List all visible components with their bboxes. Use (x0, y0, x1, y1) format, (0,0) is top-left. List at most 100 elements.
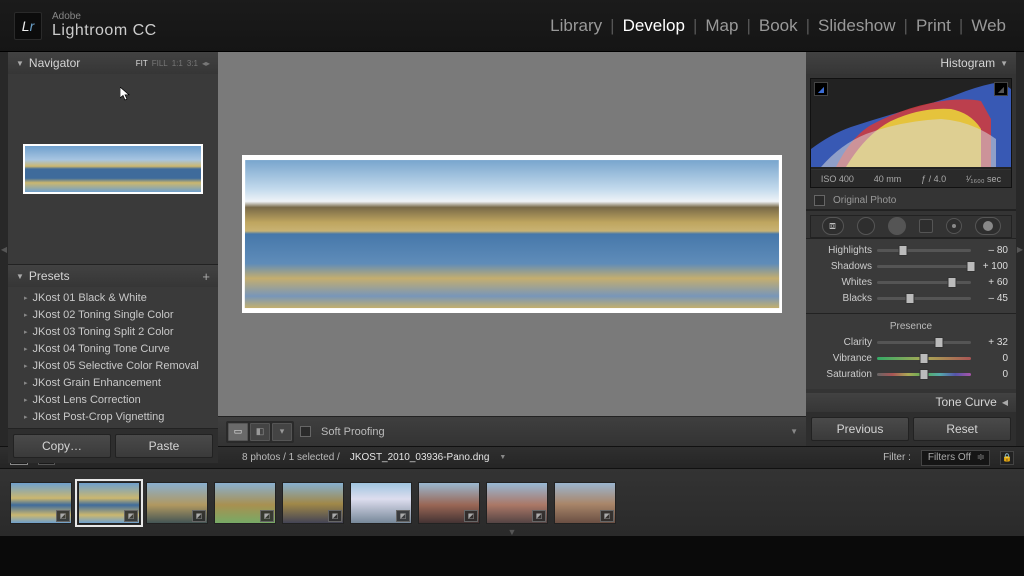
module-map[interactable]: Map (705, 16, 738, 36)
module-develop[interactable]: Develop (623, 16, 685, 36)
right-panel: Histogram▼ ◢ ◢ ISO 400 40 mm ƒ / 4.0 ¹⁄₁… (806, 52, 1016, 446)
previous-button[interactable]: Previous (811, 417, 909, 441)
filename-dropdown-icon[interactable]: ▼ (499, 454, 506, 461)
collapse-right-icon[interactable]: ▶ (1016, 52, 1024, 446)
photo-viewport[interactable] (218, 52, 806, 416)
zoom-1to1[interactable]: 1:1 (172, 59, 183, 68)
preset-item[interactable]: JKost 02 Toning Single Color (24, 307, 218, 323)
histo-iso: ISO 400 (821, 174, 854, 184)
preset-item[interactable]: JKost Post-Crop Vignetting (24, 409, 218, 425)
edit-badge-icon: ◩ (192, 510, 206, 522)
zoom-more-icon[interactable]: ◂▸ (202, 59, 210, 68)
presets-header[interactable]: ▼ Presets + (8, 265, 218, 287)
filmstrip-thumb[interactable]: ◩ (78, 482, 140, 524)
spot-tool[interactable] (857, 217, 875, 235)
crop-tool[interactable]: ⧈ (822, 217, 844, 235)
brush-tool[interactable] (975, 217, 1001, 235)
histogram-display[interactable]: ◢ ◢ ISO 400 40 mm ƒ / 4.0 ¹⁄₁₆₀₀ sec (810, 78, 1012, 188)
module-slideshow[interactable]: Slideshow (818, 16, 896, 36)
reset-button[interactable]: Reset (913, 417, 1011, 441)
zoom-fit[interactable]: FIT (136, 59, 148, 68)
histo-focal: 40 mm (874, 174, 902, 184)
tonecurve-header[interactable]: Tone Curve◀ (806, 393, 1016, 412)
edit-badge-icon: ◩ (328, 510, 342, 522)
histogram-panel: Histogram▼ ◢ ◢ ISO 400 40 mm ƒ / 4.0 ¹⁄₁… (806, 52, 1016, 211)
copy-button[interactable]: Copy… (13, 434, 111, 458)
collapse-left-icon[interactable]: ◀ (0, 52, 8, 446)
filmstrip-thumb[interactable]: ◩ (350, 482, 412, 524)
preset-item[interactable]: JKost 04 Toning Tone Curve (24, 341, 218, 357)
current-filename: JKOST_2010_03936-Pano.dng (350, 452, 490, 463)
slider-vibrance[interactable]: Vibrance0 (814, 351, 1008, 367)
preset-item[interactable]: JKost 05 Selective Color Removal (24, 358, 218, 374)
soft-proof-label: Soft Proofing (321, 426, 385, 438)
app-header: Lr Adobe Lightroom CC Library|Develop|Ma… (0, 0, 1024, 52)
histo-aperture: ƒ / 4.0 (921, 174, 946, 184)
preset-item[interactable]: JKost Lens Correction (24, 392, 218, 408)
photo-count: 8 photos / 1 selected / (242, 452, 340, 463)
left-panel: ▼ Navigator FIT FILL 1:1 3:1 ◂▸ ▼ Preset… (8, 52, 218, 446)
preset-item[interactable]: JKost Grain Enhancement (24, 375, 218, 391)
module-web[interactable]: Web (971, 16, 1006, 36)
before-after-lr-button[interactable]: ◧ (250, 423, 270, 441)
photo (242, 155, 782, 313)
navigator-preview[interactable] (8, 74, 218, 264)
app-logo: Lr (14, 12, 42, 40)
module-library[interactable]: Library (550, 16, 602, 36)
module-print[interactable]: Print (916, 16, 951, 36)
loupe-view-button[interactable]: ▭ (228, 423, 248, 441)
module-book[interactable]: Book (759, 16, 798, 36)
module-picker: Library|Develop|Map|Book|Slideshow|Print… (550, 16, 1006, 36)
preset-item[interactable]: JKost 01 Black & White (24, 290, 218, 306)
slider-saturation[interactable]: Saturation0 (814, 367, 1008, 383)
filmstrip-thumb[interactable]: ◩ (554, 482, 616, 524)
presence-heading: Presence (814, 321, 1008, 332)
preset-item[interactable]: JKost 03 Toning Split 2 Color (24, 324, 218, 340)
edit-badge-icon: ◩ (124, 510, 138, 522)
add-preset-icon[interactable]: + (202, 269, 210, 284)
filmstrip-thumb[interactable]: ◩ (10, 482, 72, 524)
tone-sliders: Highlights– 80Shadows+ 100Whites+ 60Blac… (806, 238, 1016, 313)
filter-lock-icon[interactable]: 🔒 (1000, 451, 1014, 465)
filter-select[interactable]: Filters Off (921, 450, 990, 466)
filmstrip[interactable]: ▼ ◩ ◩ ◩ ◩ ◩ ◩ ◩ ◩ ◩ (0, 468, 1024, 536)
filmstrip-thumb[interactable]: ◩ (418, 482, 480, 524)
slider-highlights[interactable]: Highlights– 80 (814, 243, 1008, 259)
develop-toolbar: ▭ ◧ ▾ Soft Proofing ▼ (218, 416, 806, 446)
filmstrip-thumb[interactable]: ◩ (146, 482, 208, 524)
edit-badge-icon: ◩ (532, 510, 546, 522)
edit-badge-icon: ◩ (56, 510, 70, 522)
navigator-header[interactable]: ▼ Navigator FIT FILL 1:1 3:1 ◂▸ (8, 52, 218, 74)
paste-button[interactable]: Paste (115, 434, 213, 458)
presence-sliders: Presence Clarity+ 32Vibrance0Saturation0 (806, 313, 1016, 389)
navigator-thumb (23, 144, 203, 194)
histogram-header[interactable]: Histogram▼ (806, 52, 1016, 74)
filmstrip-thumb[interactable]: ◩ (214, 482, 276, 524)
grad-filter-tool[interactable] (919, 219, 933, 233)
edit-badge-icon: ◩ (396, 510, 410, 522)
before-after-more-icon[interactable]: ▾ (272, 423, 292, 441)
slider-whites[interactable]: Whites+ 60 (814, 275, 1008, 291)
highlight-clip-icon[interactable]: ◢ (994, 82, 1008, 96)
radial-filter-tool[interactable] (946, 218, 962, 234)
navigator-panel: ▼ Navigator FIT FILL 1:1 3:1 ◂▸ (8, 52, 218, 265)
original-photo-checkbox[interactable] (814, 195, 825, 206)
center-canvas: ▭ ◧ ▾ Soft Proofing ▼ (218, 52, 806, 446)
filter-label: Filter : (883, 452, 911, 463)
slider-blacks[interactable]: Blacks– 45 (814, 291, 1008, 307)
filmstrip-thumb[interactable]: ◩ (282, 482, 344, 524)
redeye-tool[interactable] (888, 217, 906, 235)
zoom-fill[interactable]: FILL (152, 59, 168, 68)
zoom-ratio[interactable]: 3:1 (187, 59, 198, 68)
presets-panel: ▼ Presets + JKost 01 Black & WhiteJKost … (8, 265, 218, 429)
edit-badge-icon: ◩ (600, 510, 614, 522)
slider-shadows[interactable]: Shadows+ 100 (814, 259, 1008, 275)
slider-clarity[interactable]: Clarity+ 32 (814, 335, 1008, 351)
collapse-bottom-icon[interactable]: ▼ (508, 527, 517, 537)
edit-badge-icon: ◩ (260, 510, 274, 522)
toolbar-expand-icon[interactable]: ▼ (790, 427, 798, 436)
disclosure-triangle-icon: ▼ (1000, 59, 1008, 68)
shadow-clip-icon[interactable]: ◢ (814, 82, 828, 96)
filmstrip-thumb[interactable]: ◩ (486, 482, 548, 524)
soft-proof-checkbox[interactable] (300, 426, 311, 437)
